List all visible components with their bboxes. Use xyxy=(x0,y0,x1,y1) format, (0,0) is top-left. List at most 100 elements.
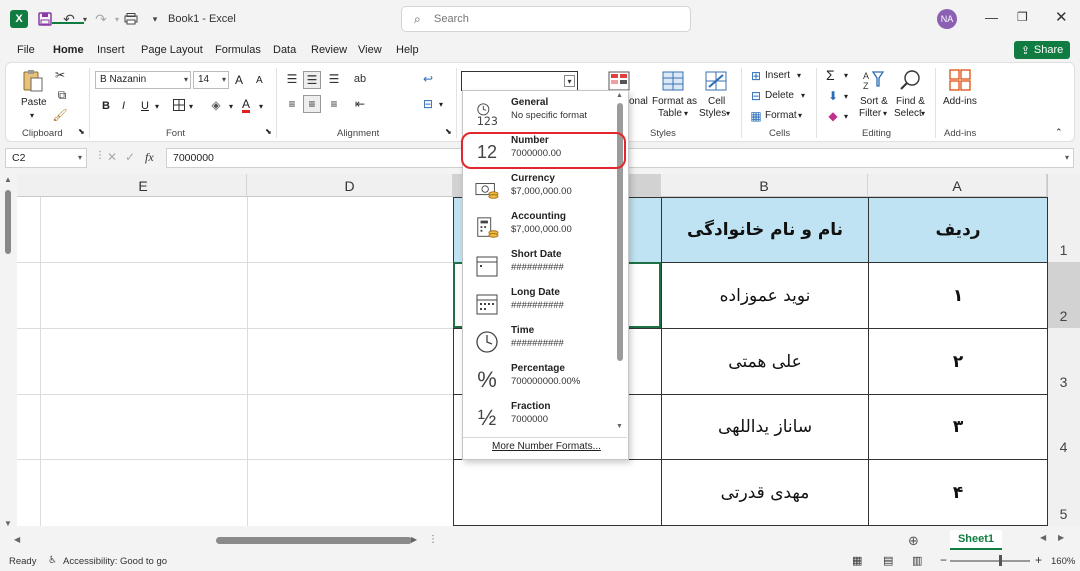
name-box[interactable]: C2 ▾ xyxy=(5,148,87,168)
align-top-icon[interactable]: ☰ xyxy=(284,71,300,87)
insert-function-button[interactable]: fx xyxy=(145,150,154,165)
format-as-table-icon[interactable] xyxy=(661,70,685,92)
fill-color-dropdown-icon[interactable]: ▾ xyxy=(229,102,233,111)
underline-dropdown-icon[interactable]: ▾ xyxy=(155,102,159,111)
accessibility-status[interactable]: Accessibility: Good to go xyxy=(63,556,167,567)
zoom-out-button[interactable]: − xyxy=(940,553,947,567)
table-cell-name[interactable]: علی همتی xyxy=(661,328,869,395)
sheet-tab[interactable]: Sheet1 xyxy=(950,530,1002,550)
sort-filter-label-2[interactable]: Filter xyxy=(859,108,881,119)
chevron-down-icon[interactable]: ▾ xyxy=(564,75,575,87)
customize-qat-icon[interactable]: ▾ xyxy=(146,10,164,28)
merge-dropdown-icon[interactable]: ▾ xyxy=(439,100,443,109)
format-option-general[interactable]: 123 General No specific format xyxy=(463,94,615,132)
row-header-4[interactable]: 4 xyxy=(1047,394,1080,459)
insert-cells-icon[interactable]: ⊞ xyxy=(749,69,763,83)
scroll-left-icon[interactable]: ◀ xyxy=(14,535,20,544)
format-dropdown-icon[interactable]: ▾ xyxy=(798,111,802,120)
vertical-scroll-thumb[interactable] xyxy=(5,190,11,254)
page-layout-view-icon[interactable]: ▤ xyxy=(883,554,893,567)
tab-view[interactable]: View xyxy=(358,44,382,56)
tab-home[interactable]: Home xyxy=(53,44,84,56)
restore-icon[interactable]: ❐ xyxy=(1017,10,1028,24)
search-box[interactable]: ⌕ xyxy=(401,6,691,32)
format-option-time[interactable]: Time ########## xyxy=(463,322,615,360)
conditional-formatting-icon[interactable] xyxy=(607,70,631,92)
cut-icon[interactable]: ✂ xyxy=(53,68,67,82)
cell-styles-icon[interactable] xyxy=(704,70,728,92)
cell-styles-label[interactable]: Cell xyxy=(708,96,725,107)
fill-color-icon[interactable]: ◈ xyxy=(208,98,224,112)
tab-page-layout[interactable]: Page Layout xyxy=(141,44,203,56)
save-icon[interactable] xyxy=(36,10,54,28)
addins-button[interactable]: Add-ins xyxy=(943,96,977,107)
share-button[interactable]: ⇪ Share xyxy=(1014,41,1070,59)
delete-cells-button[interactable]: Delete xyxy=(765,90,794,101)
insert-dropdown-icon[interactable]: ▾ xyxy=(797,71,801,80)
table-cell-radif[interactable]: ۳ xyxy=(868,394,1048,460)
print-preview-icon[interactable] xyxy=(122,10,140,28)
dropdown-scroll-down-icon[interactable]: ▼ xyxy=(616,423,623,430)
italic-button[interactable]: I xyxy=(122,100,125,112)
row-header-3[interactable]: 3 xyxy=(1047,328,1080,394)
horizontal-scroll-thumb[interactable] xyxy=(216,537,412,544)
tab-data[interactable]: Data xyxy=(273,44,296,56)
delete-dropdown-icon[interactable]: ▾ xyxy=(801,91,805,100)
find-select-label-2[interactable]: Select xyxy=(894,108,922,119)
font-name-combo[interactable]: B Nazanin ▾ xyxy=(95,71,191,89)
merge-center-icon[interactable]: ⊟ xyxy=(420,96,436,112)
zoom-in-button[interactable]: + xyxy=(1035,553,1042,567)
format-as-table-dropdown-icon[interactable]: ▾ xyxy=(684,109,688,118)
sort-filter-label[interactable]: Sort & xyxy=(860,96,888,107)
clear-dropdown-icon[interactable]: ▾ xyxy=(844,112,848,121)
scroll-right-icon[interactable]: ▶ xyxy=(411,535,417,544)
format-option-long-date[interactable]: Long Date ########## xyxy=(463,284,615,322)
zoom-level[interactable]: 160% xyxy=(1051,556,1075,567)
collapse-ribbon-icon[interactable]: ⌃ xyxy=(1055,127,1063,138)
addins-icon[interactable] xyxy=(948,68,972,92)
close-icon[interactable]: ✕ xyxy=(1055,8,1068,26)
format-option-accounting[interactable]: Accounting $7,000,000.00 xyxy=(463,208,615,246)
autosum-dropdown-icon[interactable]: ▾ xyxy=(844,71,848,80)
format-cells-icon[interactable]: ▦ xyxy=(749,109,763,123)
table-cell[interactable] xyxy=(453,459,662,526)
format-as-table-label-2[interactable]: Table xyxy=(658,108,682,119)
tab-review[interactable]: Review xyxy=(311,44,347,56)
autosum-icon[interactable]: Σ xyxy=(826,67,835,83)
table-cell-radif[interactable]: ۲ xyxy=(868,328,1048,395)
cancel-icon[interactable]: ✕ xyxy=(107,150,117,164)
align-bottom-icon[interactable]: ☰ xyxy=(326,71,342,87)
fill-dropdown-icon[interactable]: ▾ xyxy=(844,92,848,101)
table-cell-radif[interactable]: ۱ xyxy=(868,262,1048,329)
zoom-slider-knob[interactable] xyxy=(999,555,1002,566)
copy-icon[interactable]: ⧉ xyxy=(53,88,71,102)
format-as-table-label[interactable]: Format as xyxy=(652,96,697,107)
wrap-text-icon[interactable]: ↩ xyxy=(420,71,436,87)
table-cell-radif[interactable]: ۴ xyxy=(868,459,1048,526)
scroll-up-icon[interactable]: ▲ xyxy=(4,175,12,184)
paste-dropdown-icon[interactable]: ▾ xyxy=(30,111,34,120)
number-format-combo[interactable]: ▾ xyxy=(461,71,578,91)
insert-cells-button[interactable]: Insert xyxy=(765,70,790,81)
fill-icon[interactable]: ⬇ xyxy=(826,89,840,103)
font-launcher-icon[interactable]: ⬊ xyxy=(265,127,272,136)
avatar[interactable]: NA xyxy=(937,9,957,29)
font-color-button[interactable]: A xyxy=(242,98,251,113)
underline-button[interactable]: U xyxy=(141,100,149,112)
tab-help[interactable]: Help xyxy=(396,44,419,56)
borders-dropdown-icon[interactable]: ▾ xyxy=(189,102,193,111)
column-header-b[interactable]: B xyxy=(661,174,868,197)
enter-icon[interactable]: ✓ xyxy=(125,150,135,164)
row-header-5[interactable]: 5 xyxy=(1047,459,1080,526)
format-option-short-date[interactable]: Short Date ########## xyxy=(463,246,615,284)
tab-insert[interactable]: Insert xyxy=(97,44,125,56)
column-header-e[interactable]: E xyxy=(40,174,247,197)
cell-styles-dropdown-icon[interactable]: ▾ xyxy=(726,109,730,118)
sort-filter-icon[interactable]: AZ xyxy=(861,68,885,92)
find-select-dropdown-icon[interactable]: ▾ xyxy=(921,109,925,118)
font-color-dropdown-icon[interactable]: ▾ xyxy=(259,102,263,111)
find-select-icon[interactable] xyxy=(898,68,922,92)
scroll-down-icon[interactable]: ▼ xyxy=(4,519,12,528)
paste-icon[interactable] xyxy=(21,68,45,94)
format-painter-icon[interactable]: 🖌 xyxy=(52,108,67,122)
